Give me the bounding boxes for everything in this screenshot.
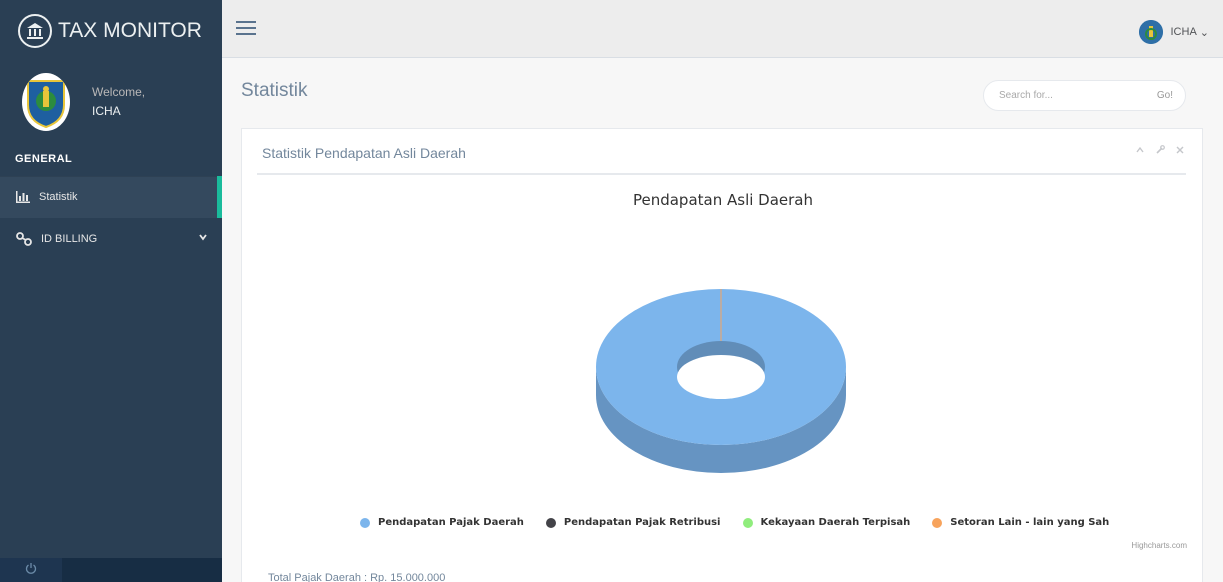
link-icon: [16, 232, 32, 246]
user-avatar: [1138, 20, 1163, 44]
chevron-down-icon: ⌄: [1199, 26, 1209, 39]
bank-icon: [18, 14, 52, 48]
user-name: ICHA: [1170, 26, 1197, 38]
profile: Welcome, ICHA: [0, 62, 222, 142]
donut-hole: [677, 355, 765, 399]
top-navbar: ICHA ⌄: [222, 0, 1223, 58]
legend-marker: [360, 517, 370, 528]
app-title: TAX MONITOR: [58, 19, 202, 42]
brand[interactable]: TAX MONITOR: [0, 0, 222, 62]
search-input[interactable]: [984, 90, 1134, 101]
bar-chart-icon: [16, 191, 30, 203]
power-icon: [25, 561, 37, 579]
chart-credits[interactable]: Highcharts.com: [1131, 541, 1187, 550]
legend-marker: [545, 517, 556, 528]
sidebar-footer: [0, 558, 222, 582]
donut-chart: [596, 289, 846, 473]
sidebar-item-label: Statistik: [39, 191, 78, 203]
sidebar-item-id-billing[interactable]: ID BILLING: [0, 218, 222, 260]
legend-item[interactable]: Pendapatan Pajak Daerah: [360, 517, 524, 528]
logout-button[interactable]: [0, 558, 62, 582]
legend-item[interactable]: Kekayaan Daerah Terpisah: [742, 517, 911, 528]
welcome-label: Welcome,: [92, 85, 146, 99]
profile-name: ICHA: [92, 104, 121, 118]
search-box: Go!: [983, 80, 1186, 111]
user-menu[interactable]: ICHA ⌄: [1138, 20, 1209, 44]
avatar: [22, 73, 70, 131]
sidebar-item-statistik[interactable]: Statistik: [0, 176, 222, 218]
legend-item[interactable]: Setoran Lain - lain yang Sah: [932, 517, 1109, 528]
legend-label: Pendapatan Pajak Daerah: [378, 517, 524, 528]
legend-item[interactable]: Pendapatan Pajak Retribusi: [545, 517, 721, 528]
sidebar: TAX MONITOR Welcome, ICHA GENERAL Statis…: [0, 0, 222, 582]
legend-marker: [742, 517, 753, 528]
legend-label: Kekayaan Daerah Terpisah: [760, 517, 911, 528]
search-go-button[interactable]: Go!: [1157, 90, 1185, 101]
chart-legend: Pendapatan Pajak Daerah Pendapatan Pajak …: [360, 517, 1109, 528]
sidebar-item-label: ID BILLING: [41, 233, 98, 245]
legend-label: Setoran Lain - lain yang Sah: [950, 517, 1110, 528]
main-content: Statistik Go! Statistik Pendapatan Asli …: [222, 58, 1223, 582]
legend-marker: [932, 517, 943, 528]
legend-label: Pendapatan Pajak Retribusi: [563, 517, 721, 528]
total-pajak-daerah: Total Pajak Daerah : Rp. 15.000.000: [268, 572, 446, 582]
menu-toggle-icon[interactable]: [236, 18, 256, 38]
chevron-down-icon: [198, 232, 208, 245]
statistics-panel: Statistik Pendapatan Asli Daerah Pendapa…: [241, 128, 1203, 582]
menu-section-title: GENERAL: [15, 153, 73, 165]
page-title: Statistik: [241, 80, 308, 101]
